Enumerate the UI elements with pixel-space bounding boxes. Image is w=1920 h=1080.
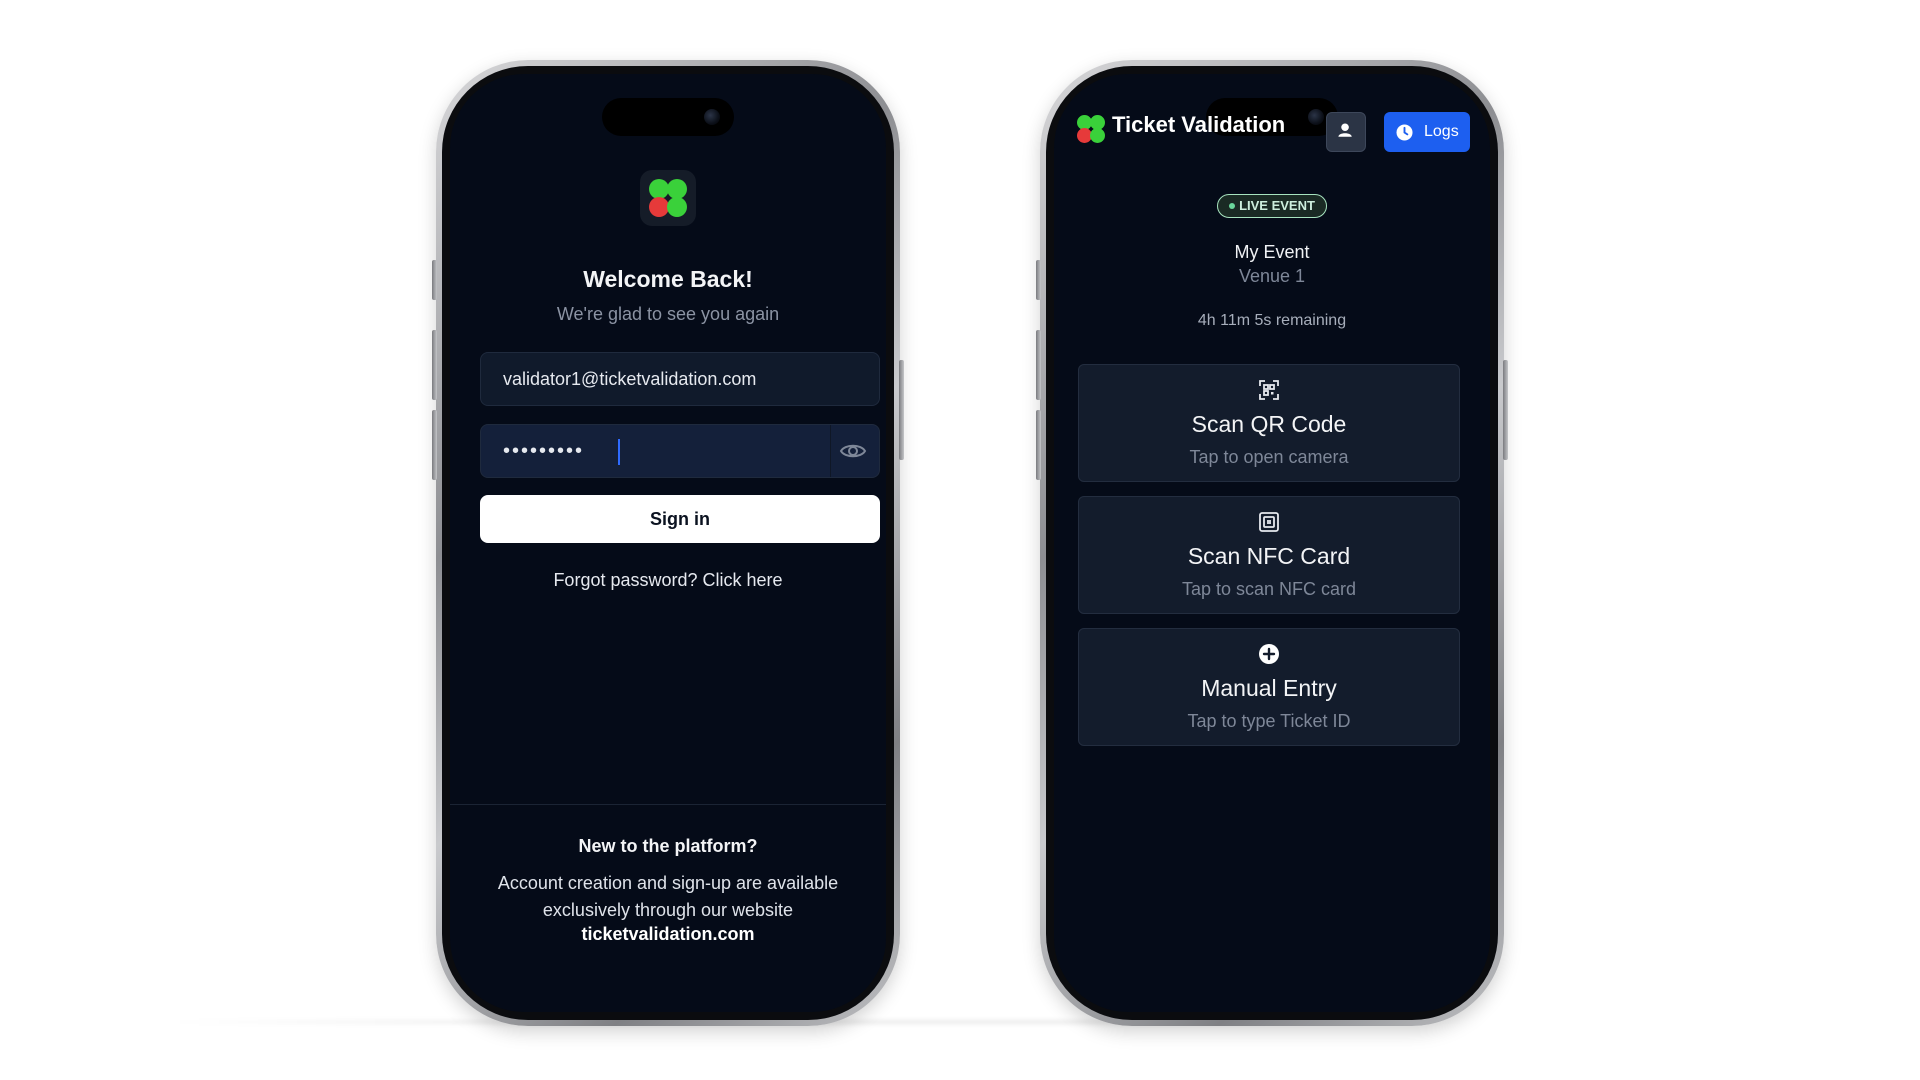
clover-logo-icon [640, 170, 696, 226]
action-button [1036, 260, 1041, 300]
venue-name: Venue 1 [1238, 266, 1306, 286]
live-event-badge: LIVE EVENT [1217, 194, 1327, 218]
camera-icon [704, 109, 720, 125]
plus-circle-icon [1259, 644, 1279, 664]
action-button [432, 260, 437, 300]
dynamic-island [602, 98, 734, 136]
user-icon [1338, 123, 1352, 137]
scan-nfc-card[interactable]: Scan NFC Card Tap to scan NFC card [1078, 496, 1460, 614]
scan-qr-card[interactable]: Scan QR Code Tap to open camera [1078, 364, 1460, 482]
manual-entry-card[interactable]: Manual Entry Tap to type Ticket ID [1078, 628, 1460, 746]
scan-nfc-title: Scan NFC Card [1187, 543, 1351, 569]
clover-logo-icon [1076, 114, 1106, 144]
nfc-icon [1259, 512, 1279, 532]
live-dot-icon [1229, 203, 1236, 209]
event-name: My Event [1234, 242, 1310, 262]
welcome-title: Welcome Back! [583, 266, 753, 292]
email-field[interactable] [480, 352, 880, 406]
manual-entry-title: Manual Entry [1201, 675, 1337, 701]
logs-label: Logs [1424, 123, 1459, 140]
dashboard-screen: Ticket Validation Logs LIVE EVENT My Eve… [1054, 74, 1490, 1012]
live-badge-label: LIVE EVENT [1239, 198, 1315, 213]
welcome-subtitle: We're glad to see you again [556, 304, 780, 324]
new-platform-title: New to the platform? [578, 836, 758, 856]
password-field[interactable] [481, 425, 831, 477]
scan-qr-title: Scan QR Code [1191, 411, 1347, 437]
scan-nfc-subtitle: Tap to scan NFC card [1181, 579, 1357, 599]
power-button [899, 360, 904, 460]
qr-scan-icon [1259, 380, 1279, 400]
login-screen: Welcome Back! We're glad to see you agai… [450, 74, 886, 1012]
forgot-password-link[interactable]: Forgot password? Click here [450, 570, 886, 591]
website-link[interactable]: ticketvalidation.com [450, 924, 886, 945]
text-caret [618, 439, 620, 465]
eye-icon[interactable] [839, 439, 867, 463]
volume-down-button [1036, 410, 1041, 480]
manual-entry-subtitle: Tap to type Ticket ID [1187, 711, 1351, 731]
profile-button[interactable] [1326, 112, 1366, 152]
power-button [1503, 360, 1508, 460]
logs-button[interactable]: Logs [1384, 112, 1470, 152]
phone-dashboard: Ticket Validation Logs LIVE EVENT My Eve… [1036, 60, 1508, 1026]
app-title: Ticket Validation [1112, 112, 1286, 137]
scan-qr-subtitle: Tap to open camera [1189, 447, 1349, 467]
phone-login: Welcome Back! We're glad to see you agai… [432, 60, 904, 1026]
app-logo [640, 170, 696, 226]
volume-down-button [432, 410, 437, 480]
camera-icon [1308, 109, 1324, 125]
divider [450, 804, 886, 805]
time-remaining: 4h 11m 5s remaining [1197, 312, 1347, 329]
clock-icon [1396, 124, 1413, 141]
sign-in-button[interactable]: Sign in [480, 495, 880, 543]
account-info-text: Account creation and sign-up are availab… [497, 873, 839, 920]
volume-up-button [432, 330, 437, 400]
password-field-wrapper [480, 424, 880, 478]
volume-up-button [1036, 330, 1041, 400]
